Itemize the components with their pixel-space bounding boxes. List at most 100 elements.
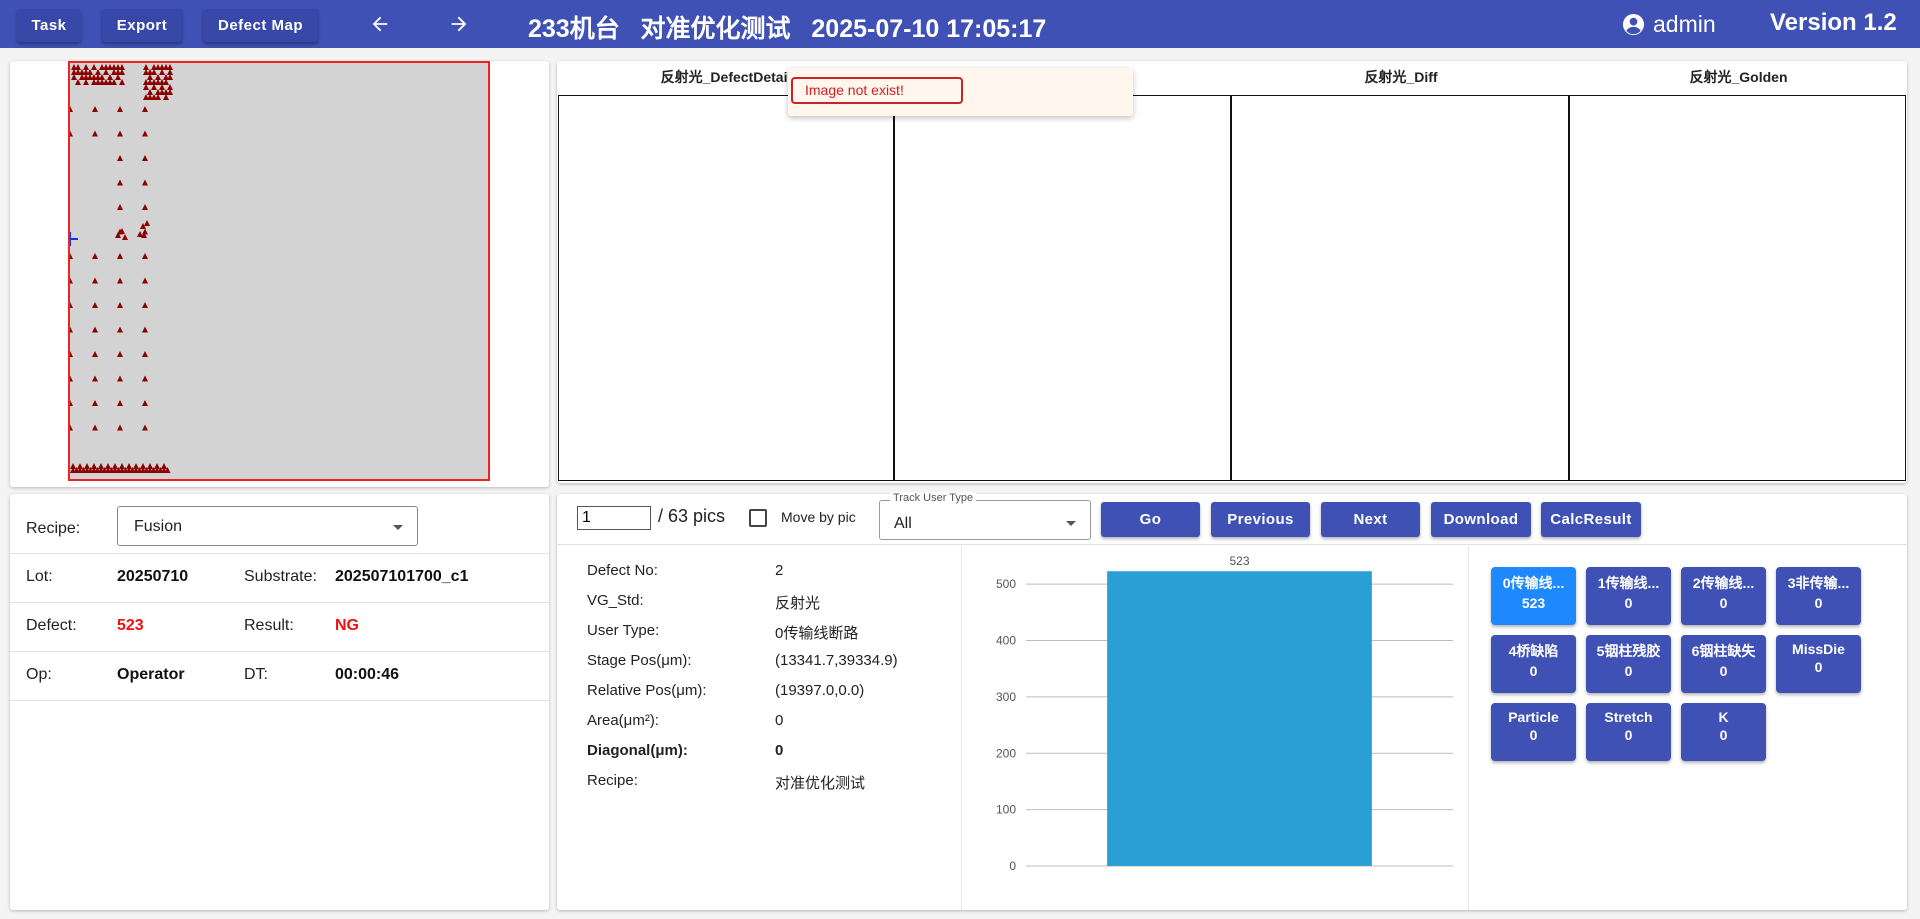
defect-marker[interactable] (161, 463, 167, 469)
track-user-type-select[interactable]: Track User Type All (879, 492, 1091, 540)
defect-marker[interactable] (117, 375, 123, 382)
category-button[interactable]: K0 (1681, 703, 1766, 761)
defect-marker[interactable] (142, 253, 148, 259)
calc-result-button[interactable]: CalcResult (1541, 502, 1641, 537)
defect-marker[interactable] (105, 463, 111, 469)
defect-marker[interactable] (112, 463, 118, 469)
defect-marker[interactable] (117, 106, 123, 112)
defect-marker[interactable] (70, 424, 73, 431)
defect-marker[interactable] (70, 106, 73, 112)
defect-marker[interactable] (117, 326, 123, 333)
defect-marker[interactable] (92, 277, 98, 284)
defect-marker[interactable] (142, 302, 148, 308)
defect-marker[interactable] (117, 351, 123, 357)
category-button[interactable]: 4桥缺陷 0 (1491, 635, 1576, 693)
next-button[interactable]: Next (1321, 502, 1420, 537)
defect-marker[interactable] (142, 351, 148, 357)
defect-marker[interactable] (91, 463, 97, 469)
defect-marker[interactable] (98, 463, 104, 469)
image-viewer-detail[interactable] (558, 95, 894, 481)
defect-marker[interactable] (142, 155, 148, 161)
defect-marker[interactable] (92, 253, 98, 259)
defect-marker[interactable] (92, 130, 98, 137)
defect-marker[interactable] (70, 277, 73, 284)
defect-marker[interactable] (117, 179, 123, 186)
chart-bar[interactable] (1107, 571, 1372, 866)
defect-marker[interactable] (119, 463, 125, 469)
defect-marker[interactable] (92, 351, 98, 357)
dt-label: DT: (244, 666, 268, 683)
back-arrow-icon[interactable] (360, 8, 400, 40)
download-button[interactable]: Download (1431, 502, 1531, 537)
defect-marker[interactable] (117, 302, 123, 308)
defect-marker[interactable] (70, 400, 73, 406)
previous-button[interactable]: Previous (1211, 502, 1310, 537)
defect-marker[interactable] (117, 424, 123, 431)
defect-marker[interactable] (70, 253, 73, 259)
defect-marker[interactable] (142, 400, 148, 406)
defect-marker[interactable] (117, 155, 123, 161)
task-button[interactable]: Task (17, 9, 81, 42)
app-header: Task Export Defect Map 233机台 对准优化测试 2025… (0, 0, 1920, 48)
defect-marker[interactable] (142, 277, 148, 284)
defect-marker[interactable] (140, 463, 146, 469)
defect-marker[interactable] (70, 375, 73, 382)
defect-marker[interactable] (133, 463, 139, 469)
category-button[interactable]: MissDie 0 (1776, 635, 1861, 693)
defect-marker[interactable] (142, 424, 148, 431)
defect-marker[interactable] (92, 424, 98, 431)
defect-marker[interactable] (91, 64, 97, 70)
defect-marker[interactable] (122, 234, 128, 240)
defect-marker[interactable] (70, 130, 73, 137)
category-button[interactable]: 3非传输... 0 (1776, 567, 1861, 625)
move-by-pic-checkbox[interactable] (749, 509, 767, 527)
export-button[interactable]: Export (102, 9, 182, 42)
defect-map-button[interactable]: Defect Map (203, 9, 318, 42)
category-button[interactable]: 5铟柱残胶 0 (1586, 635, 1671, 693)
defect-marker[interactable] (92, 400, 98, 406)
image-viewer-golden[interactable] (1569, 95, 1906, 481)
defect-marker[interactable] (142, 106, 148, 112)
defect-marker[interactable] (147, 463, 153, 469)
defect-marker[interactable] (70, 351, 73, 357)
defect-marker[interactable] (92, 326, 98, 333)
image-viewer-2[interactable] (894, 95, 1231, 481)
defect-marker[interactable] (142, 179, 148, 186)
defect-marker[interactable] (126, 463, 132, 469)
category-button[interactable]: 1传输线... 0 (1586, 567, 1671, 625)
defect-marker[interactable] (92, 375, 98, 382)
forward-arrow-icon[interactable] (439, 8, 479, 40)
page-number-input[interactable] (577, 506, 651, 530)
defect-marker[interactable] (70, 302, 73, 308)
defect-marker[interactable] (142, 130, 148, 137)
category-button[interactable]: 6铟柱缺失 0 (1681, 635, 1766, 693)
category-button[interactable]: 0传输线... 523 (1491, 567, 1576, 625)
category-name: K (1718, 709, 1729, 725)
category-button[interactable]: Particle 0 (1491, 703, 1576, 761)
category-name: 6铟柱缺失 (1691, 643, 1756, 659)
defect-marker[interactable] (142, 326, 148, 333)
go-button[interactable]: Go (1101, 502, 1200, 537)
defect-marker[interactable] (144, 220, 150, 226)
wafer-map[interactable] (68, 61, 490, 481)
defect-marker[interactable] (92, 302, 98, 308)
defect-marker[interactable] (70, 463, 76, 469)
defect-marker[interactable] (117, 400, 123, 406)
defect-marker[interactable] (117, 204, 123, 210)
defect-marker[interactable] (70, 326, 73, 333)
defect-marker[interactable] (154, 463, 160, 469)
defect-marker[interactable] (77, 463, 83, 469)
defect-marker[interactable] (117, 277, 123, 284)
defect-marker[interactable] (142, 204, 148, 210)
user-menu[interactable]: admin (1622, 9, 1716, 39)
defect-marker[interactable] (142, 228, 148, 235)
image-viewer-diff[interactable] (1231, 95, 1569, 481)
defect-marker[interactable] (84, 463, 90, 469)
defect-marker[interactable] (142, 375, 148, 382)
recipe-select[interactable]: Fusion (117, 506, 418, 546)
defect-marker[interactable] (117, 130, 123, 137)
category-button[interactable]: Stretch 0 (1586, 703, 1671, 761)
defect-marker[interactable] (92, 106, 98, 112)
defect-marker[interactable] (117, 253, 123, 259)
category-button[interactable]: 2传输线... 0 (1681, 567, 1766, 625)
